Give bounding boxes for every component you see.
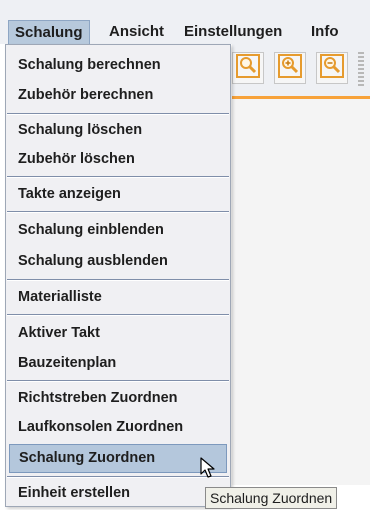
menu-info[interactable]: Info — [305, 20, 345, 44]
menu-schalung[interactable]: Schalung — [8, 20, 90, 44]
menu-separator — [7, 380, 229, 382]
menu-item-schalung-zuordnen[interactable]: Schalung Zuordnen — [9, 444, 227, 473]
zoom-button[interactable] — [232, 52, 264, 84]
menu-item-zubehoer-berechnen[interactable]: Zubehör berechnen — [9, 81, 227, 110]
zoom-in-icon — [278, 53, 302, 83]
menu-separator — [7, 176, 229, 178]
menu-ansicht[interactable]: Ansicht — [103, 20, 170, 44]
menu-item-einheit-erstellen[interactable]: Einheit erstellen — [9, 479, 227, 508]
menu-item-richtstreben-zuordnen[interactable]: Richtstreben Zuordnen — [9, 384, 227, 413]
menu-item-bauzeitenplan[interactable]: Bauzeitenplan — [9, 349, 227, 378]
schalung-dropdown-menu: Schalung berechnen Zubehör berechnen Sch… — [5, 44, 231, 507]
toolbar-grip[interactable] — [358, 52, 364, 88]
menu-einstellungen[interactable]: Einstellungen — [178, 20, 288, 44]
menu-bar: Schalung Ansicht Einstellungen Info — [0, 0, 370, 44]
menu-separator — [7, 113, 229, 115]
menu-item-zubehoer-loeschen[interactable]: Zubehör löschen — [9, 145, 227, 174]
tooltip: Schalung Zuordnen — [205, 487, 338, 509]
zoom-in-button[interactable] — [274, 52, 306, 84]
menu-item-materialliste[interactable]: Materialliste — [9, 283, 227, 312]
menu-item-schalung-berechnen[interactable]: Schalung berechnen — [9, 51, 227, 80]
menu-item-schalung-loeschen[interactable]: Schalung löschen — [9, 116, 227, 145]
menu-separator — [7, 314, 229, 316]
menu-item-takte-anzeigen[interactable]: Takte anzeigen — [9, 180, 227, 209]
menu-item-aktiver-takt[interactable]: Aktiver Takt — [9, 319, 227, 348]
menu-separator — [7, 279, 229, 281]
toolbar — [232, 44, 370, 96]
zoom-out-button[interactable] — [316, 52, 348, 84]
canvas-area[interactable] — [232, 99, 370, 485]
zoom-out-icon — [320, 53, 344, 83]
mouse-cursor-icon — [200, 457, 216, 484]
menu-separator — [7, 211, 229, 213]
menu-item-laufkonsolen-zuordnen[interactable]: Laufkonsolen Zuordnen — [9, 413, 227, 442]
zoom-icon — [236, 53, 260, 83]
menu-item-schalung-ausblenden[interactable]: Schalung ausblenden — [9, 247, 227, 276]
menu-item-schalung-einblenden[interactable]: Schalung einblenden — [9, 216, 227, 245]
menu-separator — [7, 476, 229, 478]
